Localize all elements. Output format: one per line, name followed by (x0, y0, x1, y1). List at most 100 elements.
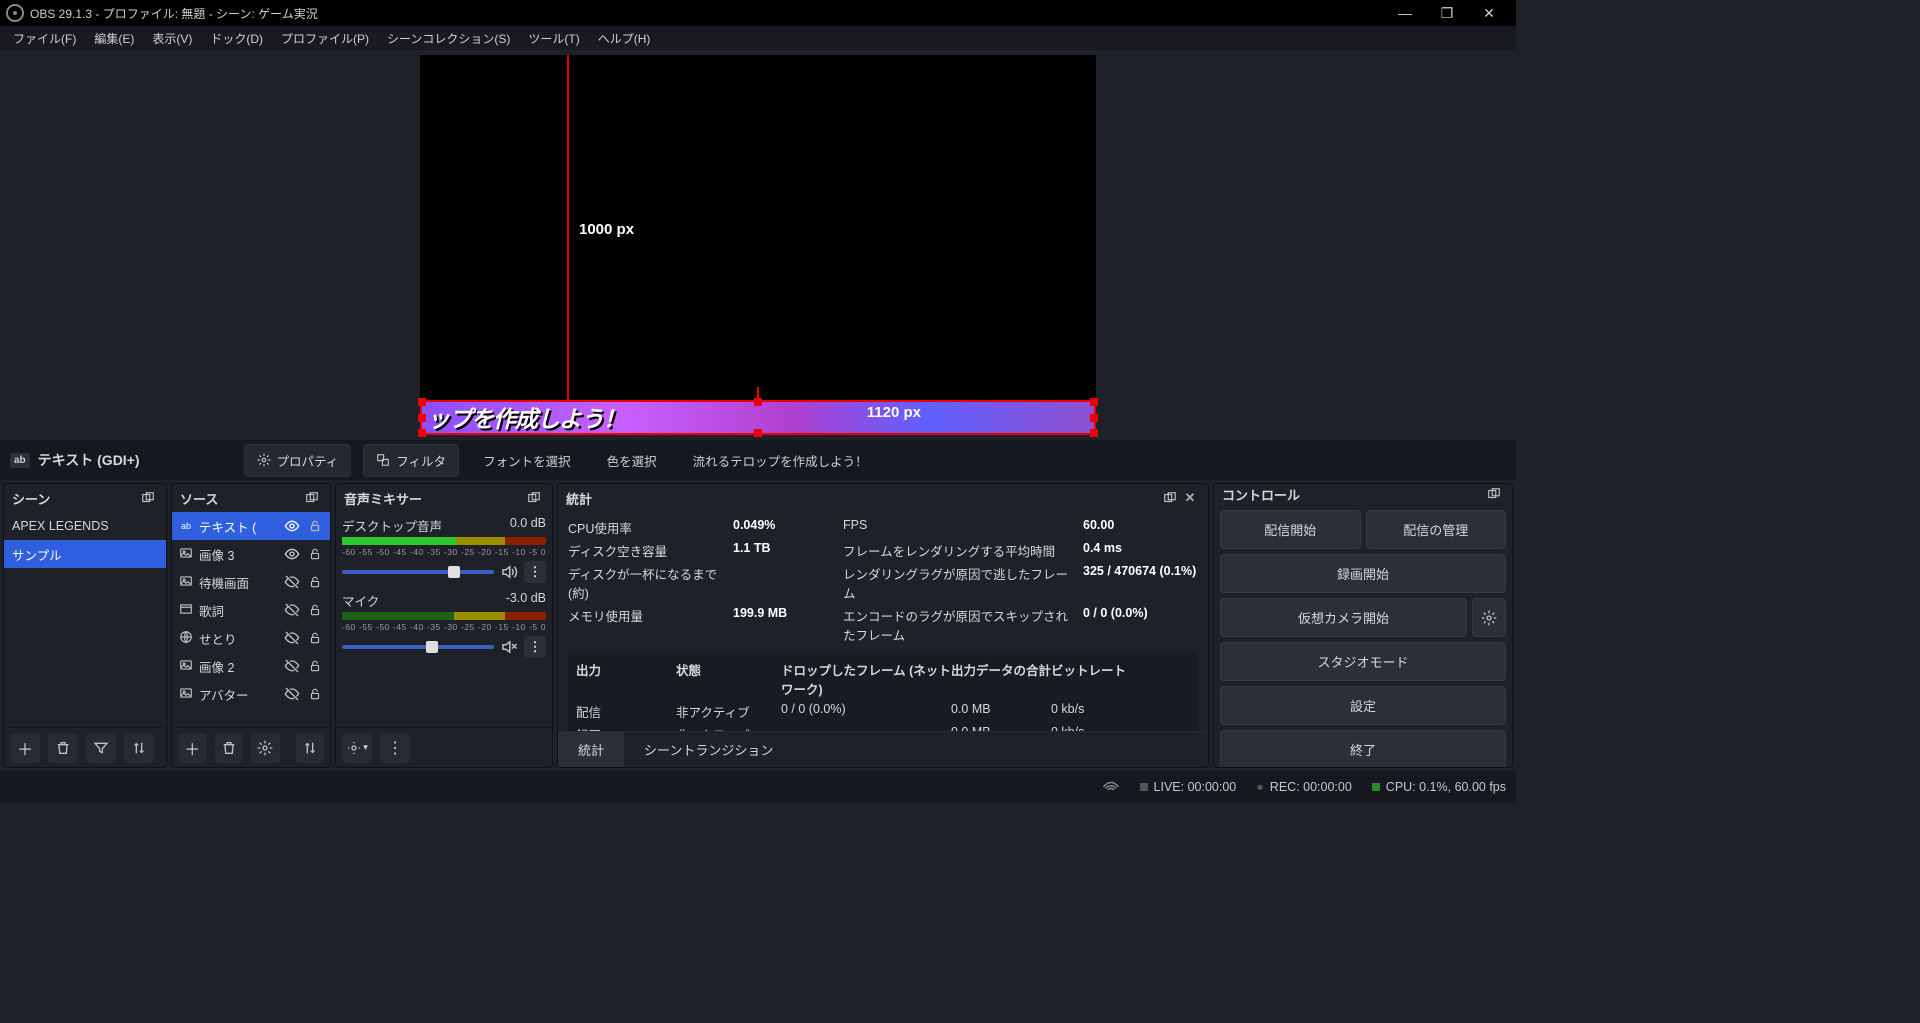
scene-item[interactable]: サンプル (4, 540, 166, 568)
mixer-menu-button[interactable]: ⋮ (380, 733, 410, 763)
stat-label: CPU使用率 (568, 518, 723, 537)
remove-source-button[interactable] (215, 733, 244, 763)
source-item[interactable]: せとり (172, 624, 330, 652)
channel-name: デスクトップ音声 (342, 516, 442, 535)
lock-toggle-icon[interactable] (306, 685, 324, 703)
tab-stats[interactable]: 統計 (558, 732, 624, 767)
lock-toggle-icon[interactable] (306, 657, 324, 675)
virtual-camera-button[interactable]: 仮想カメラ開始 (1220, 598, 1467, 637)
handle-bl[interactable] (418, 429, 426, 437)
text-value[interactable]: 流れるテロップを作成しよう！ (681, 445, 880, 476)
source-type-icon (178, 602, 194, 619)
lock-toggle-icon[interactable] (306, 517, 324, 535)
visibility-toggle-icon[interactable] (283, 601, 301, 619)
select-font-button[interactable]: フォントを選択 (471, 445, 583, 476)
source-item[interactable]: アバター (172, 680, 330, 708)
mute-icon[interactable] (500, 638, 518, 656)
stats-title: 統計 (566, 489, 592, 508)
virtual-camera-settings-button[interactable] (1472, 598, 1506, 637)
mixer-settings-button[interactable]: ▾ (342, 733, 372, 763)
select-color-button[interactable]: 色を選択 (595, 445, 669, 476)
lock-toggle-icon[interactable] (306, 545, 324, 563)
remove-scene-button[interactable] (48, 733, 78, 763)
add-scene-button[interactable]: ＋ (10, 733, 40, 763)
visibility-toggle-icon[interactable] (283, 629, 301, 647)
visibility-toggle-icon[interactable] (283, 573, 301, 591)
sources-panel: ソース ab テキスト ( 画像 3 待機画面 歌詞 せとり 画像 2 アバター… (171, 483, 331, 768)
source-item[interactable]: ab テキスト ( (172, 512, 330, 540)
popout-icon[interactable] (302, 488, 322, 508)
stat-value (733, 564, 833, 602)
visibility-toggle-icon[interactable] (283, 657, 301, 675)
menu-dock[interactable]: ドック(D) (201, 27, 272, 50)
menu-tools[interactable]: ツール(T) (519, 27, 588, 50)
visibility-toggle-icon[interactable] (283, 685, 301, 703)
handle-tl[interactable] (418, 398, 426, 406)
maximize-button[interactable]: ❐ (1426, 0, 1468, 26)
settings-button[interactable]: 設定 (1220, 686, 1506, 725)
scene-list[interactable]: APEX LEGENDS サンプル (4, 512, 166, 727)
source-list[interactable]: ab テキスト ( 画像 3 待機画面 歌詞 せとり 画像 2 アバター (172, 512, 330, 727)
lock-toggle-icon[interactable] (306, 601, 324, 619)
properties-button[interactable]: プロパティ (244, 444, 352, 477)
handle-mr[interactable] (1090, 414, 1098, 422)
source-item[interactable]: 画像 2 (172, 652, 330, 680)
selection-box[interactable] (420, 400, 1096, 435)
close-panel-icon[interactable]: ✕ (1180, 488, 1200, 508)
tab-transitions[interactable]: シーントランジション (624, 732, 793, 767)
output-row: 録画非アクティブ0.0 MB0 kb/s (576, 723, 1190, 731)
channel-menu-button[interactable]: ⋮ (524, 636, 546, 658)
menu-scenecol[interactable]: シーンコレクション(S) (378, 27, 519, 50)
scene-item[interactable]: APEX LEGENDS (4, 512, 166, 540)
source-name: 歌詞 (199, 601, 278, 620)
filters-button[interactable]: フィルタ (363, 444, 459, 477)
visibility-toggle-icon[interactable] (283, 545, 301, 563)
source-item[interactable]: 歌詞 (172, 596, 330, 624)
start-recording-button[interactable]: 録画開始 (1220, 554, 1506, 593)
handle-ml[interactable] (418, 414, 426, 422)
scene-reorder-button[interactable] (124, 733, 154, 763)
preview-canvas[interactable]: 1000 px ップを作成しよう！ 1120 px (420, 55, 1096, 435)
volume-slider[interactable] (342, 645, 494, 649)
handle-bc[interactable] (754, 429, 762, 437)
popout-icon[interactable] (1160, 488, 1180, 508)
preview-area[interactable]: 1000 px ップを作成しよう！ 1120 px (0, 50, 1516, 440)
menu-help[interactable]: ヘルプ(H) (589, 27, 660, 50)
volume-slider[interactable] (342, 570, 494, 574)
stat-label: フレームをレンダリングする平均時間 (843, 541, 1073, 560)
source-reorder-button[interactable] (296, 733, 325, 763)
minimize-button[interactable]: — (1384, 0, 1426, 26)
source-item[interactable]: 待機画面 (172, 568, 330, 596)
lock-toggle-icon[interactable] (306, 573, 324, 591)
source-name: 画像 2 (199, 657, 278, 676)
handle-tr[interactable] (1090, 398, 1098, 406)
speaker-icon[interactable] (500, 563, 518, 581)
source-settings-button[interactable] (251, 733, 280, 763)
scene-filter-button[interactable] (86, 733, 116, 763)
handle-tc[interactable] (754, 398, 762, 406)
manage-streaming-button[interactable]: 配信の管理 (1366, 510, 1507, 549)
menu-profile[interactable]: プロファイル(P) (272, 27, 378, 50)
start-streaming-button[interactable]: 配信開始 (1220, 510, 1361, 549)
source-type-icon (178, 546, 194, 563)
output-header: ドロップしたフレーム (ネットワーク) (781, 660, 951, 698)
close-button[interactable]: ✕ (1468, 0, 1510, 26)
add-source-button[interactable]: ＋ (178, 733, 207, 763)
stat-value: 325 / 470674 (0.1%) (1083, 564, 1198, 602)
source-type-icon (178, 630, 194, 647)
menu-file[interactable]: ファイル(F) (4, 27, 85, 50)
exit-button[interactable]: 終了 (1220, 730, 1506, 768)
source-item[interactable]: 画像 3 (172, 540, 330, 568)
lock-toggle-icon[interactable] (306, 629, 324, 647)
handle-br[interactable] (1090, 429, 1098, 437)
output-header: ビットレート (1051, 660, 1131, 698)
channel-menu-button[interactable]: ⋮ (524, 561, 546, 583)
menu-edit[interactable]: 編集(E) (85, 27, 143, 50)
studio-mode-button[interactable]: スタジオモード (1220, 642, 1506, 681)
source-name: 画像 3 (199, 545, 278, 564)
menu-view[interactable]: 表示(V) (143, 27, 201, 50)
visibility-toggle-icon[interactable] (283, 517, 301, 535)
popout-icon[interactable] (138, 488, 158, 508)
popout-icon[interactable] (524, 488, 544, 508)
popout-icon[interactable] (1484, 484, 1504, 504)
